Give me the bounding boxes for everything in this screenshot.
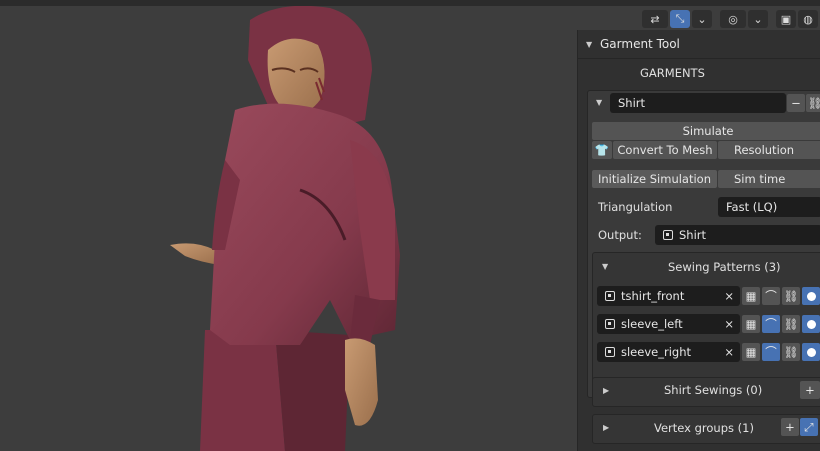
3d-viewport[interactable] — [0, 0, 577, 451]
snap-icon[interactable]: ⤡ — [670, 10, 690, 28]
add-vertex-group-button[interactable]: + — [781, 418, 799, 436]
visibility-toggle[interactable] — [802, 315, 820, 333]
grid-icon[interactable]: ▦ — [742, 287, 760, 305]
pattern-row: tshirt_front × ▦ ⌒ ⛓ — [597, 286, 820, 306]
pattern-name-field[interactable]: sleeve_right × — [597, 342, 740, 362]
character-model — [170, 5, 400, 451]
grid-icon[interactable]: ▦ — [742, 315, 760, 333]
convert-to-mesh-button[interactable]: Convert To Mesh — [613, 141, 717, 159]
sidebar-panel: ▼ Garment Tool GARMENTS ▼ Shirt − ⛓ Simu… — [577, 30, 820, 451]
sim-time-field[interactable]: Sim time 5 — [718, 170, 820, 188]
link-icon[interactable]: ⛓ — [806, 94, 820, 112]
collapse-triangle-icon[interactable]: ▼ — [596, 98, 602, 107]
expand-icon[interactable]: ⤢ — [800, 418, 818, 436]
panel-header[interactable]: ▼ Garment Tool — [578, 30, 820, 59]
dot-icon — [806, 319, 816, 329]
mesh-object-icon — [605, 319, 615, 329]
add-sewing-button[interactable]: + — [800, 381, 820, 399]
chevron-down-icon[interactable]: ⌄ — [692, 10, 712, 28]
pattern-name: tshirt_front — [621, 289, 685, 303]
pattern-row: sleeve_right × ▦ ⌒ ⛓ — [597, 342, 820, 362]
viewport-header-tools: ⇄ ⤡ ⌄ ◎ ⌄ ▣ ◍ ● — [642, 9, 820, 29]
link-icon[interactable]: ⛓ — [782, 343, 800, 361]
chevron-down-icon[interactable]: ⌄ — [748, 10, 768, 28]
link-icon[interactable]: ⛓ — [782, 315, 800, 333]
vertex-groups-title: Vertex groups (1) — [654, 421, 754, 435]
triangulation-dropdown[interactable]: Fast (LQ) — [718, 197, 820, 217]
shirt-sewings-title: Shirt Sewings (0) — [664, 383, 763, 397]
pattern-name-field[interactable]: sleeve_left × — [597, 314, 740, 334]
sewing-patterns-title: Sewing Patterns (3) — [668, 260, 781, 274]
pattern-name-field[interactable]: tshirt_front × — [597, 286, 740, 306]
expand-triangle-icon[interactable]: ▶ — [603, 423, 609, 432]
panel-title: Garment Tool — [600, 37, 680, 51]
dot-icon — [806, 347, 816, 357]
garment-name-field[interactable]: Shirt — [610, 93, 786, 113]
visibility-toggle[interactable] — [802, 343, 820, 361]
collapse-triangle-icon[interactable]: ▼ — [602, 262, 608, 271]
grid-icon[interactable]: ▦ — [742, 343, 760, 361]
proportional-edit-icon[interactable]: ◎ — [720, 10, 746, 28]
simulate-button[interactable]: Simulate — [592, 122, 820, 140]
curve-icon[interactable]: ⌒ — [762, 343, 780, 361]
overlay-icon[interactable]: ▣ — [776, 10, 796, 28]
mesh-object-icon — [605, 347, 615, 357]
triangulation-label: Triangulation — [598, 200, 673, 214]
sim-time-label: Sim time — [734, 172, 786, 186]
initialize-simulation-button[interactable]: Initialize Simulation — [592, 170, 717, 188]
close-icon[interactable]: × — [724, 345, 734, 359]
garments-heading: GARMENTS — [640, 66, 705, 80]
mesh-object-icon — [663, 230, 673, 240]
output-value: Shirt — [679, 228, 707, 242]
dot-icon — [806, 291, 816, 301]
curve-icon[interactable]: ⌒ — [762, 287, 780, 305]
visibility-toggle[interactable] — [802, 287, 820, 305]
transform-pivot-icon[interactable]: ⇄ — [642, 10, 668, 28]
curve-icon[interactable]: ⌒ — [762, 315, 780, 333]
shirt-icon: 👕 — [592, 141, 612, 159]
wireframe-shading-icon[interactable]: ◍ — [798, 10, 818, 28]
close-icon[interactable]: × — [724, 317, 734, 331]
close-icon[interactable]: × — [724, 289, 734, 303]
resolution-field[interactable]: Resolution 5 — [718, 141, 820, 159]
pattern-name: sleeve_right — [621, 345, 691, 359]
output-label: Output: — [598, 228, 642, 242]
output-object-field[interactable]: Shirt — [655, 225, 820, 245]
viewport-header-strip — [0, 0, 820, 6]
link-icon[interactable]: ⛓ — [782, 287, 800, 305]
expand-triangle-icon[interactable]: ▶ — [603, 386, 609, 395]
resolution-label: Resolution — [734, 143, 795, 157]
remove-garment-button[interactable]: − — [787, 94, 805, 112]
mesh-object-icon — [605, 291, 615, 301]
pattern-name: sleeve_left — [621, 317, 683, 331]
pattern-row: sleeve_left × ▦ ⌒ ⛓ — [597, 314, 820, 334]
collapse-triangle-icon[interactable]: ▼ — [586, 40, 600, 49]
